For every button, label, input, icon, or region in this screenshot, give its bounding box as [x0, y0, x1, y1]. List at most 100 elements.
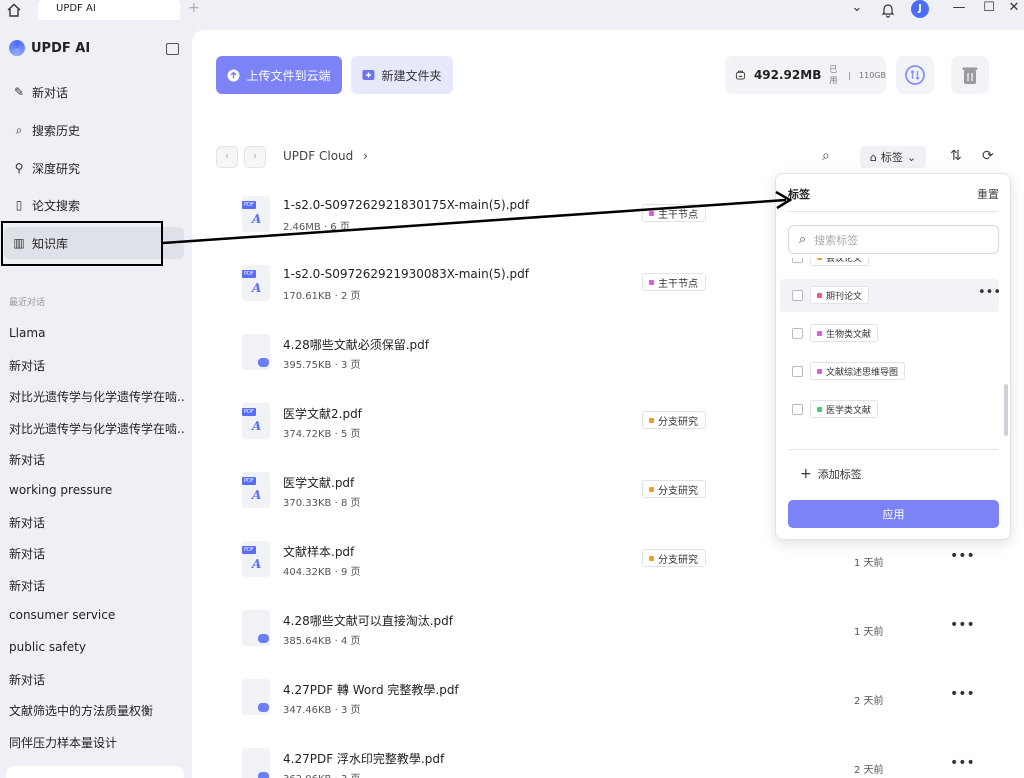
recent-chat-item[interactable]: public safety: [9, 640, 184, 654]
tag-search-input[interactable]: ⌕ 搜索标签: [788, 225, 999, 254]
chevron-right-icon: ›: [363, 149, 368, 163]
tag-search-placeholder: 搜索标签: [814, 233, 859, 247]
file-name[interactable]: 4.27PDF 轉 Word 完整教學.pdf: [283, 681, 459, 698]
recent-chat-item[interactable]: 新对话: [9, 357, 184, 374]
edit-icon: ✎: [13, 85, 25, 99]
home-icon[interactable]: [6, 2, 22, 18]
breadcrumb-root[interactable]: UPDF Cloud: [283, 149, 353, 163]
file-date: 2 天前: [854, 765, 884, 776]
recent-chat-item[interactable]: 新对话: [9, 577, 184, 594]
sidebar-item-search-history[interactable]: ⌕ 搜索历史: [4, 114, 184, 146]
tag-checkbox[interactable]: [792, 290, 803, 301]
tab-updf-ai[interactable]: UPDF AI: [38, 0, 180, 20]
recent-chat-item[interactable]: 新对话: [9, 451, 184, 468]
apply-button[interactable]: 应用: [788, 500, 999, 528]
document-search-icon: ▯: [15, 198, 23, 212]
file-name[interactable]: 4.27PDF 浮水印完整教學.pdf: [283, 750, 444, 767]
storage-divider: |: [848, 70, 852, 80]
tag-option[interactable]: 会议论文: [780, 258, 999, 274]
file-tag[interactable]: 分支研究: [642, 411, 706, 429]
sidebar-item-paper-search[interactable]: ▯ 论文搜索: [4, 189, 184, 221]
recent-chat-item[interactable]: working pressure: [9, 483, 184, 497]
file-row[interactable]: 4.28哪些文献可以直接淘汰.pdf 385.64KB · 4 页 1 天前 •••: [242, 610, 1002, 660]
tag-option[interactable]: 期刊论文 •••: [780, 279, 1001, 312]
sidebar-item-label: 论文搜索: [32, 198, 81, 213]
maximize-icon[interactable]: ☐: [982, 0, 996, 18]
more-icon[interactable]: •••: [978, 285, 1001, 300]
more-icon[interactable]: •••: [950, 686, 975, 702]
recent-chat-item[interactable]: Llama: [9, 326, 184, 340]
recent-chat-item[interactable]: 文献筛选中的方法质量权衡: [9, 702, 184, 719]
sidebar-item-new-chat[interactable]: ✎ 新对话: [4, 76, 184, 108]
tag-option[interactable]: 生物类文献: [780, 317, 999, 350]
file-name[interactable]: 医学文献.pdf: [283, 474, 354, 491]
file-date: 1 天前: [854, 558, 884, 569]
close-icon[interactable]: ✕: [1007, 0, 1021, 18]
upload-icon: [227, 69, 240, 81]
tag-option[interactable]: 文献综述思维导图: [780, 355, 999, 388]
file-tag[interactable]: 分支研究: [642, 549, 706, 567]
sync-button[interactable]: [896, 56, 934, 94]
chevron-down-icon[interactable]: ⌄: [850, 0, 864, 18]
avatar[interactable]: J: [911, 0, 929, 18]
file-tag[interactable]: 主干节点: [642, 273, 706, 291]
more-icon[interactable]: •••: [950, 755, 975, 771]
upload-to-cloud-button[interactable]: 上传文件到云端: [216, 56, 342, 94]
tag-checkbox[interactable]: [792, 258, 803, 263]
sidebar: UPDF AI ✎ 新对话 ⌕ 搜索历史 ⚲ 深度研究 ▯ 论文搜索 ▥ 知识库…: [0, 22, 190, 778]
tag-checkbox[interactable]: [792, 328, 803, 339]
recent-chat-item[interactable]: consumer service: [9, 608, 184, 622]
recent-chat-item[interactable]: 新对话: [9, 545, 184, 562]
tag-checkbox[interactable]: [792, 366, 803, 377]
account-card[interactable]: [6, 766, 184, 778]
file-name[interactable]: 文献样本.pdf: [283, 543, 354, 560]
file-name[interactable]: 4.28哪些文献可以直接淘汰.pdf: [283, 612, 453, 629]
file-row[interactable]: PDF A 文献样本.pdf 404.32KB · 9 页 分支研究 1 天前 •••: [242, 541, 1002, 591]
storage-usage[interactable]: 492.92MB 已用 | 110GB: [725, 56, 886, 94]
file-name[interactable]: 医学文献2.pdf: [283, 405, 362, 422]
minimize-icon[interactable]: —: [952, 0, 966, 18]
trash-button[interactable]: [951, 56, 989, 94]
breadcrumb[interactable]: UPDF Cloud ›: [283, 149, 368, 163]
forward-button[interactable]: ›: [244, 146, 266, 168]
file-row[interactable]: 4.27PDF 浮水印完整教學.pdf 362.06KB · 3 页 2 天前 •••: [242, 748, 1002, 778]
file-name[interactable]: 4.28哪些文献必须保留.pdf: [283, 336, 429, 353]
more-icon[interactable]: •••: [950, 548, 975, 564]
file-name[interactable]: 1-s2.0-S097262921930083X-main(5).pdf: [283, 267, 529, 281]
recent-chat-item[interactable]: 同伴压力样本量设计: [9, 734, 184, 751]
chat-bubble-icon: [258, 634, 269, 643]
storage-used-value: 492.92MB: [753, 68, 822, 82]
more-icon[interactable]: •••: [950, 617, 975, 633]
add-tag-button[interactable]: + 添加标签: [800, 466, 862, 482]
search-icon[interactable]: ⌕: [822, 148, 830, 164]
new-folder-button[interactable]: 新建文件夹: [351, 56, 453, 94]
sidebar-collapse-icon[interactable]: [166, 43, 179, 55]
sidebar-item-deep-research[interactable]: ⚲ 深度研究: [4, 152, 184, 184]
tag-checkbox[interactable]: [792, 404, 803, 415]
file-tag[interactable]: 主干节点: [642, 204, 706, 222]
divider: [788, 449, 998, 450]
file-name[interactable]: 1-s2.0-S097262921830175X-main(5).pdf: [283, 198, 529, 212]
tag-list-scrollbar[interactable]: [1004, 384, 1008, 436]
refresh-icon[interactable]: ⟳: [982, 148, 994, 164]
pdf-file-icon: PDF A: [242, 265, 270, 301]
new-tab-icon[interactable]: +: [188, 0, 200, 16]
pdf-file-icon: PDF A: [242, 472, 270, 508]
recent-chat-item[interactable]: 新对话: [9, 671, 184, 688]
sort-icon[interactable]: ⇅: [950, 148, 962, 164]
recent-chat-item[interactable]: 对比光遗传学与化学遗传学在啮...: [9, 388, 184, 405]
file-tag[interactable]: 分支研究: [642, 480, 706, 498]
pdf-file-icon: [242, 748, 270, 778]
tag-filter-button[interactable]: ⌂ 标签 ⌄: [860, 146, 926, 168]
recent-chat-item[interactable]: 对比光遗传学与化学遗传学在啮...: [9, 420, 184, 437]
trash-icon: [962, 67, 978, 84]
tag-option-label: 期刊论文: [826, 291, 863, 302]
tag-reset-button[interactable]: 重置: [977, 186, 999, 202]
tag-option[interactable]: 医学类文献: [780, 393, 999, 426]
file-tag-label: 分支研究: [658, 554, 698, 566]
recent-chat-item[interactable]: 新对话: [9, 514, 184, 531]
tag-option-label: 会议论文: [826, 258, 863, 264]
file-row[interactable]: 4.27PDF 轉 Word 完整教學.pdf 347.46KB · 3 页 2 天…: [242, 679, 1002, 729]
back-button[interactable]: ‹: [216, 146, 238, 168]
bell-icon[interactable]: [881, 1, 895, 19]
